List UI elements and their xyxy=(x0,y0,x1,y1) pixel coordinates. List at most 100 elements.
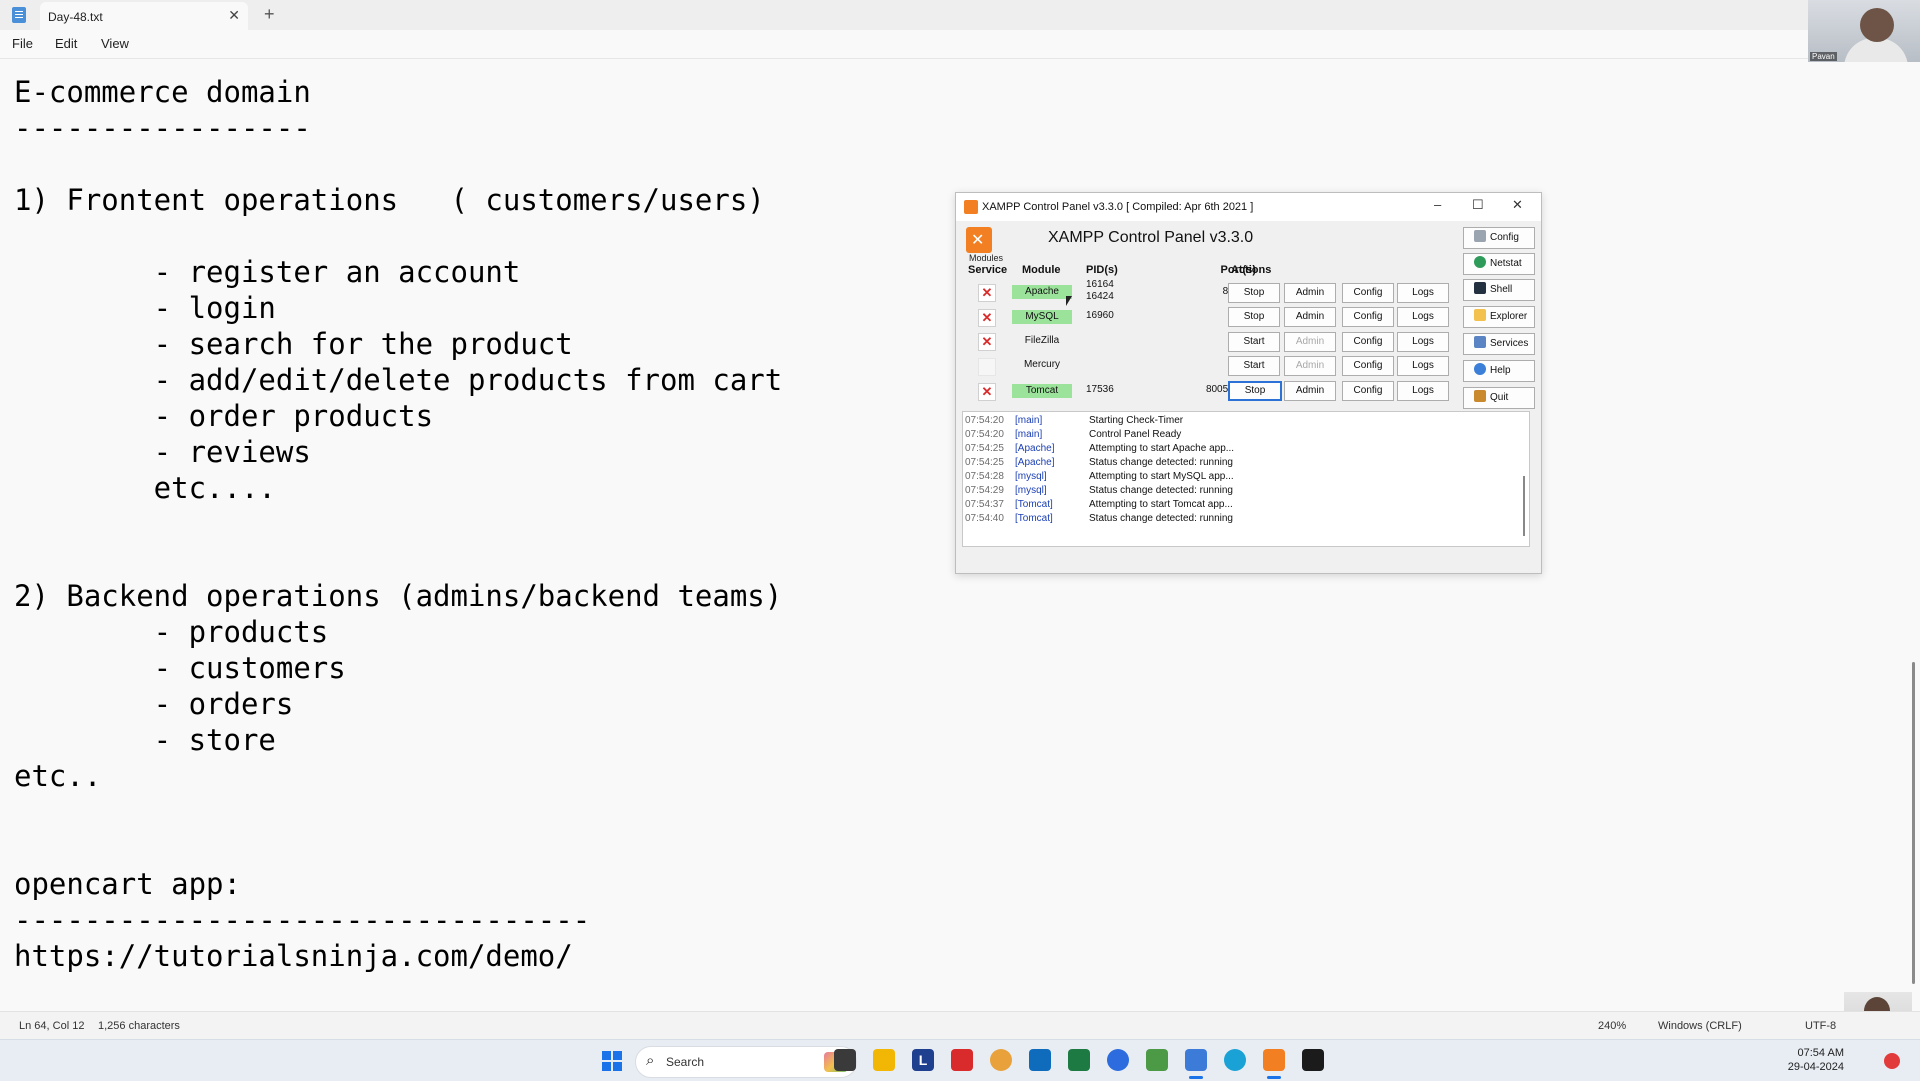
clock-time: 07:54 AM xyxy=(1797,1047,1844,1059)
zoom-level[interactable]: 240% xyxy=(1598,1020,1626,1032)
active-indicator xyxy=(1189,1076,1203,1079)
outlook-icon[interactable] xyxy=(1029,1049,1051,1071)
log-line: 07:54:40 [Tomcat] Status change detected: … xyxy=(965,513,1233,524)
minimize-icon[interactable]: – xyxy=(1434,197,1441,212)
service-toggle[interactable]: ✕ xyxy=(978,333,996,351)
service-toggle[interactable]: ✕ xyxy=(978,383,996,401)
logs-button[interactable]: Logs xyxy=(1397,381,1449,401)
log-line: 07:54:25 [Apache] Attempting to start Apac… xyxy=(965,443,1235,454)
pid-value: 16424 xyxy=(1086,291,1114,302)
logs-button[interactable]: Logs xyxy=(1397,283,1449,303)
task-view-icon[interactable] xyxy=(834,1049,856,1071)
menu-edit[interactable]: Edit xyxy=(55,36,77,51)
xampp-icon[interactable] xyxy=(1263,1049,1285,1071)
side-button-label: Quit xyxy=(1490,392,1509,403)
zoom-icon[interactable] xyxy=(1107,1049,1129,1071)
logs-button[interactable]: Logs xyxy=(1397,307,1449,327)
line-ending[interactable]: Windows (CRLF) xyxy=(1658,1020,1742,1032)
status-bar: Ln 64, Col 12 1,256 characters 240% Wind… xyxy=(0,1011,1920,1040)
admin-button[interactable]: Admin xyxy=(1284,307,1336,327)
search-placeholder: Search xyxy=(666,1055,705,1069)
globe-icon xyxy=(1474,256,1486,268)
taskbar-search[interactable]: ⌕ Search xyxy=(635,1046,857,1078)
add-tab-icon[interactable]: + xyxy=(264,4,275,25)
col-pids: PID(s) xyxy=(1086,264,1118,276)
notepad-icon xyxy=(12,7,26,23)
tab-day-48[interactable]: Day-48.txt ✕ xyxy=(40,2,248,30)
log-line: 07:54:28 [mysql] Attempting to start MySQL… xyxy=(965,471,1234,482)
menu-file[interactable]: File xyxy=(12,36,33,51)
mcafee-icon[interactable] xyxy=(951,1049,973,1071)
mouse-cursor-icon xyxy=(1066,296,1072,306)
log-scrollbar[interactable] xyxy=(1523,476,1525,536)
admin-button[interactable]: Admin xyxy=(1284,283,1336,303)
pid-value: 16164 xyxy=(1086,279,1114,290)
chrome-icon[interactable] xyxy=(990,1049,1012,1071)
service-toggle[interactable]: ✕ xyxy=(978,309,996,327)
config-button[interactable]: Config xyxy=(1342,332,1394,352)
tab-title: Day-48.txt xyxy=(48,10,103,24)
log-line: 07:54:20 [main] Control Panel Ready xyxy=(965,429,1182,440)
chart-app-icon[interactable] xyxy=(1146,1049,1168,1071)
edge-icon[interactable] xyxy=(1224,1049,1246,1071)
webcam-overlay: Pavan xyxy=(1808,0,1920,62)
start-button[interactable]: Start xyxy=(1228,332,1280,352)
config-button[interactable]: Config xyxy=(1342,356,1394,376)
module-mercury: Mercury xyxy=(1023,359,1061,370)
logs-button[interactable]: Logs xyxy=(1397,356,1449,376)
launcher-icon[interactable]: L xyxy=(912,1049,934,1071)
character-count: 1,256 characters xyxy=(98,1020,180,1032)
windows-start-icon[interactable] xyxy=(602,1051,622,1071)
quit-button[interactable]: Quit xyxy=(1463,387,1535,409)
scrollbar-thumb[interactable] xyxy=(1912,662,1915,984)
side-button-label: Explorer xyxy=(1490,311,1528,322)
stop-button[interactable]: Stop xyxy=(1228,381,1282,401)
admin-button: Admin xyxy=(1284,332,1336,352)
menu-view[interactable]: View xyxy=(101,36,129,51)
config-side-button[interactable]: Config xyxy=(1463,227,1535,249)
log-line: 07:54:29 [mysql] Status change detected: r… xyxy=(965,485,1233,496)
service-toggle[interactable]: ✕ xyxy=(978,284,996,302)
admin-button[interactable]: Admin xyxy=(1284,381,1336,401)
side-button-label: Services xyxy=(1490,338,1529,349)
notepad-icon[interactable] xyxy=(1185,1049,1207,1071)
side-button-label: Help xyxy=(1490,365,1511,376)
col-service: Service xyxy=(968,264,1008,276)
stop-button[interactable]: Stop xyxy=(1228,283,1280,303)
services-icon xyxy=(1474,336,1486,348)
maximize-icon[interactable]: ☐ xyxy=(1472,197,1484,213)
xampp-window-title: XAMPP Control Panel v3.3.0 [ Compiled: A… xyxy=(982,201,1254,213)
close-icon[interactable]: ✕ xyxy=(1512,197,1523,213)
stop-button[interactable]: Stop xyxy=(1228,307,1280,327)
taskbar: ⌕ Search L 07:54 AM 29-04-2024 xyxy=(0,1039,1920,1081)
xampp-title-bar: XAMPP Control Panel v3.3.0 [ Compiled: A… xyxy=(956,193,1541,221)
door-icon xyxy=(1474,390,1486,402)
config-button[interactable]: Config xyxy=(1342,381,1394,401)
text-editor[interactable]: E-commerce domain ----------------- 1) F… xyxy=(14,74,782,974)
log-line: 07:54:37 [Tomcat] Attempting to start Tomc… xyxy=(965,499,1233,510)
explorer-button[interactable]: Explorer xyxy=(1463,306,1535,328)
netstat-button[interactable]: Netstat xyxy=(1463,253,1535,275)
config-button[interactable]: Config xyxy=(1342,283,1394,303)
file-explorer-icon[interactable] xyxy=(873,1049,895,1071)
excel-icon[interactable] xyxy=(1068,1049,1090,1071)
service-toggle[interactable] xyxy=(978,358,996,376)
help-button[interactable]: Help xyxy=(1463,360,1535,382)
tab-bar: Day-48.txt ✕ + xyxy=(0,0,1920,30)
services-button[interactable]: Services xyxy=(1463,333,1535,355)
terminal-icon[interactable] xyxy=(1302,1049,1324,1071)
side-button-label: Config xyxy=(1490,232,1519,243)
close-icon[interactable]: ✕ xyxy=(228,7,240,24)
log-line: 07:54:25 [Apache] Status change detected: … xyxy=(965,457,1233,468)
start-button[interactable]: Start xyxy=(1228,356,1280,376)
log-panel[interactable]: 07:54:20 [main] Starting Check-Timer 07:54… xyxy=(962,411,1530,547)
config-button[interactable]: Config xyxy=(1342,307,1394,327)
search-icon: ⌕ xyxy=(646,1052,655,1069)
clock[interactable]: 07:54 AM 29-04-2024 xyxy=(1788,1046,1844,1074)
active-indicator xyxy=(1267,1076,1281,1079)
encoding[interactable]: UTF-8 xyxy=(1805,1020,1836,1032)
admin-button: Admin xyxy=(1284,356,1336,376)
logs-button[interactable]: Logs xyxy=(1397,332,1449,352)
notification-icon[interactable] xyxy=(1884,1053,1900,1069)
shell-button[interactable]: Shell xyxy=(1463,279,1535,301)
